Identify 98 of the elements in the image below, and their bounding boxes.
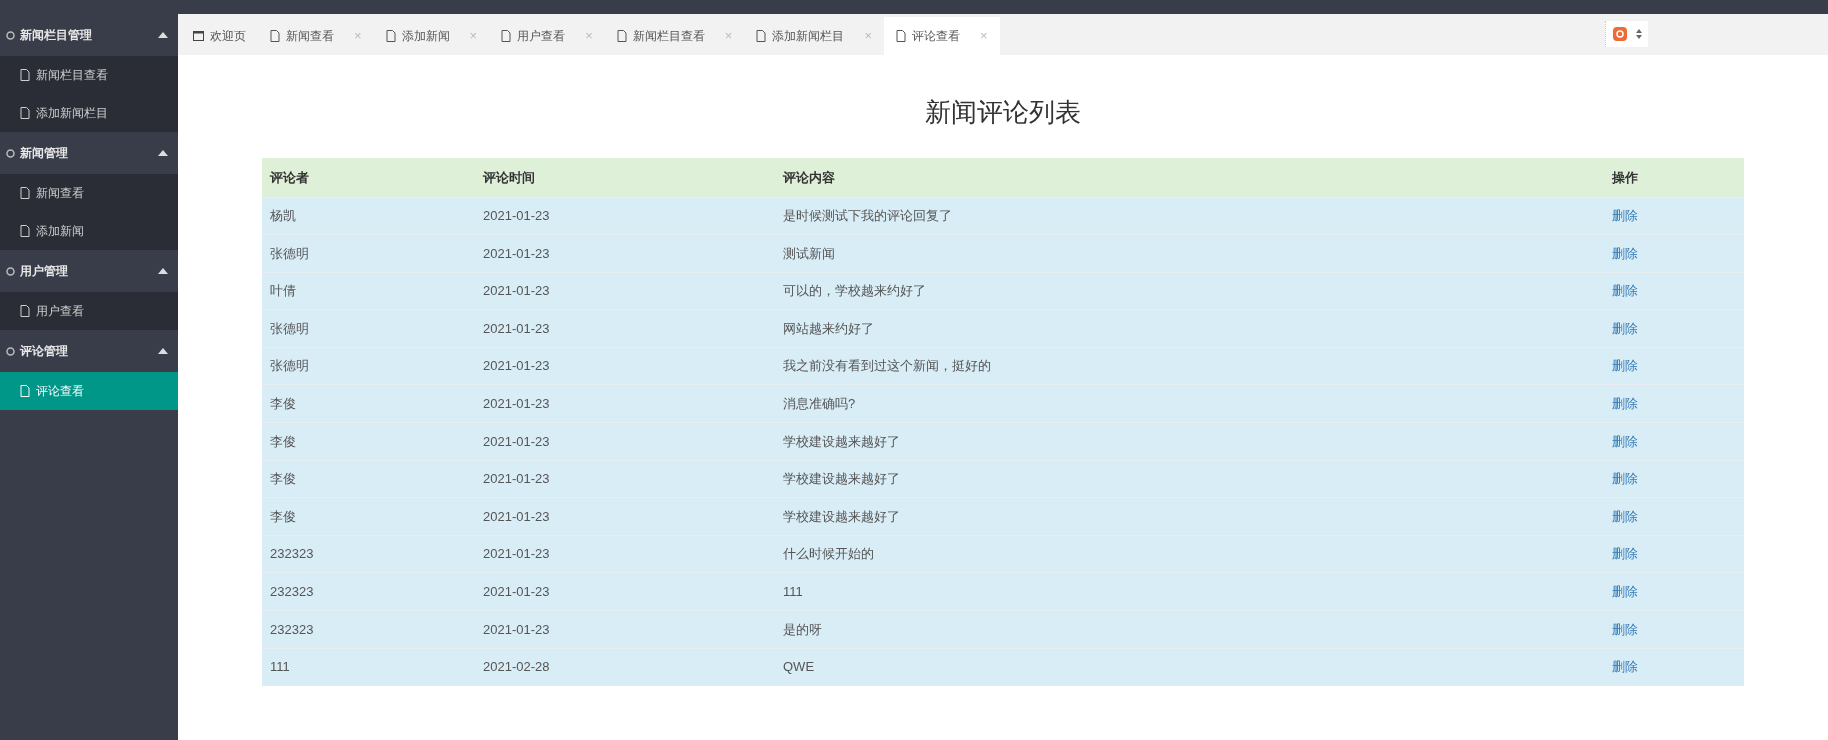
delete-link[interactable]: 删除 [1612, 584, 1638, 599]
circle-icon [6, 30, 15, 40]
file-icon [20, 187, 30, 199]
sort-icon [1636, 29, 1642, 39]
delete-link[interactable]: 删除 [1612, 508, 1638, 524]
table-cell: 232323 [270, 621, 314, 637]
table-cell: 学校建设越来越好了 [783, 471, 900, 487]
table-cell: 2021-01-23 [483, 621, 550, 637]
table-cell: 李俊 [270, 433, 296, 449]
sidebar-item[interactable]: 用户查看 [0, 292, 178, 330]
file-icon [20, 107, 30, 119]
table-cell: 杨凯 [270, 208, 296, 224]
table-cell: 232323 [270, 546, 314, 562]
table-cell: 消息准确吗? [783, 396, 856, 411]
table-cell: 2021-01-23 [483, 546, 550, 562]
column-header: 评论者 [262, 158, 475, 197]
table-cell: 2021-01-23 [483, 471, 550, 487]
sidebar-item[interactable]: 新闻查看 [0, 174, 178, 212]
tab[interactable]: 评论查看 × [883, 17, 1000, 55]
window-icon [193, 31, 204, 41]
sidebar-group-label: 用户管理 [20, 263, 69, 280]
delete-link[interactable]: 删除 [1612, 433, 1638, 449]
table-cell: 232323 [270, 584, 314, 599]
table-cell: 2021-01-23 [483, 283, 550, 299]
delete-link[interactable]: 删除 [1612, 396, 1638, 411]
table-cell: 2021-02-28 [483, 659, 550, 675]
file-icon [20, 225, 30, 237]
column-header: 评论时间 [475, 158, 775, 197]
sidebar-item[interactable]: 添加新闻 [0, 212, 178, 250]
file-icon [20, 69, 30, 81]
table-cell: 叶倩 [270, 283, 296, 299]
sidebar-group[interactable]: 评论管理 [0, 330, 178, 372]
file-icon [616, 30, 627, 42]
delete-link[interactable]: 删除 [1612, 283, 1638, 299]
table-cell: 2021-01-23 [483, 584, 550, 599]
table-cell: 李俊 [270, 508, 296, 524]
file-icon [756, 30, 767, 42]
delete-link[interactable]: 删除 [1612, 471, 1638, 487]
tab[interactable]: 用户查看 × [489, 17, 605, 55]
table-cell: 2021-01-23 [483, 358, 550, 374]
table-cell: 我之前没有看到过这个新闻，挺好的 [783, 358, 991, 374]
file-icon [385, 30, 396, 42]
file-icon [20, 385, 30, 397]
sidebar-group[interactable]: 用户管理 [0, 250, 178, 292]
sidebar-group[interactable]: 新闻管理 [0, 132, 178, 174]
table-cell: 李俊 [270, 471, 296, 487]
app-icon [1612, 26, 1628, 42]
sidebar-group-label: 新闻栏目管理 [20, 27, 93, 44]
sidebar-item[interactable]: 新闻栏目查看 [0, 56, 178, 94]
table-cell: 111 [783, 584, 803, 599]
table-cell: 2021-01-23 [483, 396, 550, 411]
table-cell: 学校建设越来越好了 [783, 508, 900, 524]
file-icon [895, 30, 906, 42]
table-cell: 测试新闻 [783, 245, 835, 261]
table-cell: 李俊 [270, 396, 296, 411]
sidebar-item[interactable]: 评论查看 [0, 372, 178, 410]
table-cell: 2021-01-23 [483, 433, 550, 449]
table-cell: 2021-01-23 [483, 508, 550, 524]
table-cell: 可以的，学校越来约好了 [783, 283, 926, 299]
file-icon [20, 305, 30, 317]
delete-link[interactable]: 删除 [1612, 546, 1638, 562]
delete-link[interactable]: 删除 [1612, 320, 1638, 336]
table-cell: 网站越来约好了 [783, 320, 874, 336]
circle-icon [6, 148, 15, 158]
table-cell: 2021-01-23 [483, 245, 550, 261]
table-cell: 学校建设越来越好了 [783, 433, 900, 449]
sidebar-group-label: 评论管理 [20, 343, 69, 360]
table-cell: QWE [783, 659, 815, 675]
sidebar-group[interactable]: 新闻栏目管理 [0, 14, 178, 56]
delete-link[interactable]: 删除 [1612, 659, 1638, 675]
toolbar-widget[interactable] [1605, 21, 1648, 47]
table-cell: 什么时候开始的 [783, 546, 874, 562]
tab[interactable]: 欢迎页 [181, 17, 258, 55]
table-cell: 2021-01-23 [483, 320, 550, 336]
column-header: 操作 [1604, 158, 1744, 197]
column-header: 评论内容 [775, 158, 1604, 197]
table-cell: 2021-01-23 [483, 208, 550, 224]
sidebar-item[interactable]: 添加新闻栏目 [0, 94, 178, 132]
delete-link[interactable]: 删除 [1612, 621, 1638, 637]
table-cell: 是时候测试下我的评论回复了 [783, 208, 952, 224]
file-icon [270, 30, 280, 42]
delete-link[interactable]: 删除 [1612, 208, 1638, 224]
circle-icon [6, 346, 15, 356]
table-cell: 是的呀 [783, 621, 822, 637]
table-cell: 张德明 [270, 320, 309, 336]
tab[interactable]: 添加新闻栏目 × [744, 17, 884, 55]
page-title: 新闻评论列表 [924, 96, 1082, 129]
tab[interactable]: 新闻查看 × [258, 17, 374, 55]
table-cell: 张德明 [270, 245, 309, 261]
tab[interactable]: 添加新闻 × [373, 17, 490, 55]
tab[interactable]: 新闻栏目查看 × [604, 17, 745, 55]
circle-icon [6, 266, 15, 276]
table-cell: 111 [270, 659, 290, 675]
table-cell: 张德明 [270, 358, 309, 374]
delete-link[interactable]: 删除 [1612, 245, 1638, 261]
delete-link[interactable]: 删除 [1612, 358, 1638, 374]
sidebar-group-label: 新闻管理 [20, 145, 69, 162]
file-icon [501, 30, 512, 42]
